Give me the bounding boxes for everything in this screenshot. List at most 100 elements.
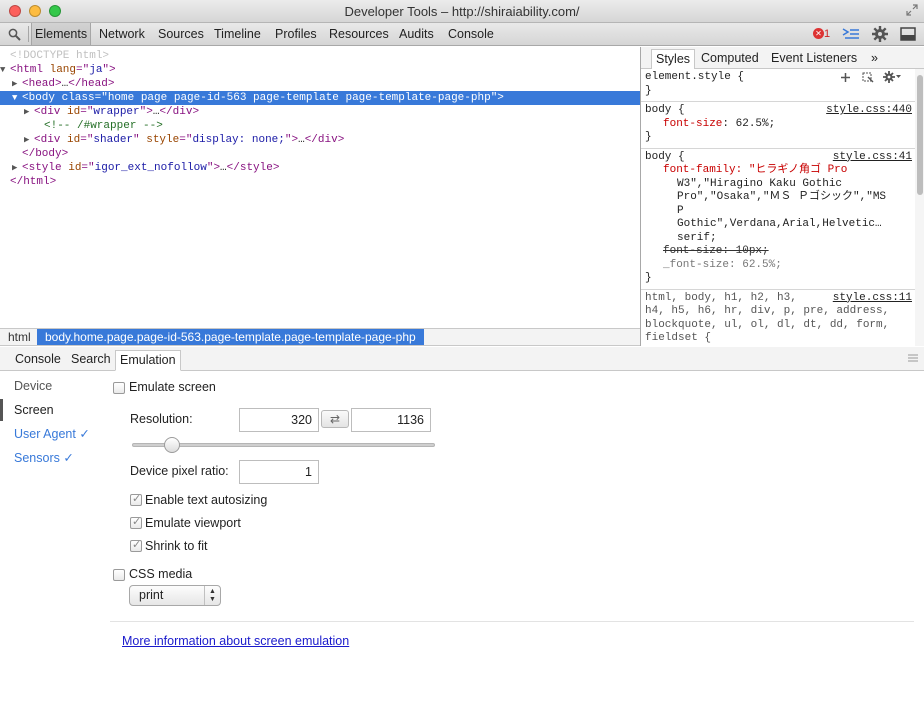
tab-audits[interactable]: Audits — [396, 23, 437, 45]
emulation-divider — [110, 621, 914, 622]
elements-dom-tree[interactable]: <!DOCTYPE html> ▼ <html lang="ja"> ▶ <head… — [0, 47, 640, 327]
tree-row-head[interactable]: ▶ <head>…</head> — [0, 77, 640, 91]
shrink-to-fit-label[interactable]: Shrink to fit — [145, 539, 208, 553]
search-icon[interactable] — [8, 28, 21, 41]
add-rule-icon[interactable] — [840, 72, 851, 83]
toolbar-separator — [28, 26, 29, 42]
tab-timeline[interactable]: Timeline — [211, 23, 264, 45]
font-family-line-3: Pro","Osaka","ＭＳ Ｐゴシック","MS — [677, 191, 887, 203]
styles-scrollbar[interactable] — [915, 69, 924, 346]
drawer-tab-emulation[interactable]: Emulation — [115, 350, 181, 371]
resolution-width-input[interactable] — [239, 408, 319, 432]
emulate-screen-checkbox[interactable] — [113, 382, 125, 394]
devtools-toolbar: Elements Network Sources Timeline Profil… — [0, 23, 924, 46]
tab-event-listeners[interactable]: Event Listeners — [767, 49, 861, 69]
style-rule-reset-11[interactable]: style.css:11 html, body, h1, h2, h3, h4,… — [641, 290, 915, 347]
collapsed-triangle-icon[interactable]: ▶ — [24, 133, 34, 147]
device-pixel-ratio-input[interactable] — [239, 460, 319, 484]
css-media-selected-value: print — [139, 588, 164, 602]
tree-row-body-close[interactable]: </body> — [0, 147, 640, 161]
emulation-nav-screen[interactable]: Screen — [0, 399, 106, 421]
collapsed-triangle-icon[interactable]: ▶ — [12, 161, 22, 175]
expanded-triangle-icon[interactable]: ▼ — [0, 63, 10, 77]
error-count: 1 — [824, 28, 831, 40]
rule-source-link[interactable]: style.css:11 — [833, 292, 912, 306]
breadcrumb: html body.home.page.page-id-563.page-tem… — [0, 328, 640, 346]
font-family-line-4: P — [677, 204, 684, 217]
overridden-property[interactable]: font-size: 10px; — [645, 245, 911, 259]
drawer-tabbar: Console Search Emulation — [0, 347, 924, 371]
css-media-label[interactable]: CSS media — [129, 567, 192, 581]
toggle-element-state-icon[interactable] — [862, 72, 874, 83]
emulate-viewport-label[interactable]: Emulate viewport — [145, 516, 241, 530]
tree-row-html[interactable]: ▼ <html lang="ja"> — [0, 63, 640, 77]
invalid-property[interactable]: _font-size: 62.5%; — [645, 259, 911, 273]
tab-styles[interactable]: Styles — [651, 49, 696, 69]
tab-sources[interactable]: Sources — [155, 23, 207, 45]
emulation-nav-sensors[interactable]: Sensors ✓ — [0, 447, 106, 469]
tree-row-wrapper[interactable]: ▶ <div id="wrapper">…</div> — [0, 105, 640, 119]
more-info-link[interactable]: More information about screen emulation — [122, 634, 349, 648]
css-media-checkbox[interactable] — [113, 569, 125, 581]
tab-computed[interactable]: Computed — [697, 49, 763, 69]
style-rule-body-41[interactable]: body { style.css:41 font-family: "ヒラギノ角ゴ… — [641, 149, 915, 290]
drawer-tab-console[interactable]: Console — [11, 350, 65, 371]
rule-close: } — [645, 84, 652, 97]
scrollbar-thumb[interactable] — [917, 75, 923, 195]
error-icon: ✕ — [813, 28, 824, 39]
collapsed-triangle-icon[interactable]: ▶ — [24, 105, 34, 119]
tree-row-doctype[interactable]: <!DOCTYPE html> — [0, 49, 640, 63]
swap-dimensions-button[interactable]: ⇄ — [321, 410, 349, 428]
emulation-nav: Device Screen User Agent ✓ Sensors ✓ — [0, 372, 106, 714]
breadcrumb-item-html[interactable]: html — [0, 329, 39, 345]
style-property[interactable]: font-size: 62.5%; — [645, 118, 911, 132]
tree-row-shader[interactable]: ▶ <div id="shader" style="display: none;"… — [0, 133, 640, 147]
style-rule-body-440[interactable]: body { style.css:440 font-size: 62.5%; } — [641, 102, 915, 149]
dock-icon[interactable] — [900, 27, 916, 41]
doctype-node: <!DOCTYPE html> — [10, 50, 110, 62]
resolution-label: Resolution: — [130, 412, 193, 426]
tree-row-style[interactable]: ▶ <style id="igor_ext_nofollow">…</style> — [0, 161, 640, 175]
tab-console[interactable]: Console — [445, 23, 497, 45]
rule-source-link[interactable]: style.css:41 — [833, 151, 912, 165]
expanded-triangle-icon[interactable]: ▼ — [12, 91, 22, 105]
fullscreen-icon[interactable] — [906, 4, 918, 16]
more-tabs-icon[interactable]: » — [867, 49, 882, 69]
tab-network[interactable]: Network — [96, 23, 148, 45]
breadcrumb-item-body[interactable]: body.home.page.page-id-563.page-template… — [37, 329, 424, 345]
settings-gear-icon[interactable] — [872, 26, 888, 42]
tree-row-html-close[interactable]: </html> — [0, 175, 640, 189]
shrink-to-fit-checkbox[interactable] — [130, 538, 142, 552]
emulate-viewport-checkbox[interactable] — [130, 515, 142, 529]
font-family-line-1[interactable]: font-family: "ヒラギノ角ゴ Pro — [645, 164, 911, 178]
resolution-height-input[interactable] — [351, 408, 431, 432]
rule-selector-line-2: h4, h5, h6, hr, div, p, pre, address, — [645, 305, 890, 317]
collapsed-triangle-icon[interactable]: ▶ — [12, 77, 22, 91]
style-rule-element[interactable]: element.style { } — [641, 69, 915, 102]
rule-close: } — [645, 131, 652, 143]
emulation-nav-user-agent[interactable]: User Agent ✓ — [0, 423, 106, 445]
font-family-line-2: W3","Hiragino Kaku Gothic — [677, 177, 843, 190]
text-autosizing-checkbox[interactable] — [130, 492, 142, 506]
tab-elements[interactable]: Elements — [31, 23, 92, 45]
css-media-select[interactable]: print ▲ ▼ — [129, 585, 221, 606]
rule-source-link[interactable]: style.css:440 — [826, 104, 912, 118]
tab-resources[interactable]: Resources — [326, 23, 392, 45]
styles-sidebar: Styles Computed Event Listeners » elemen… — [640, 47, 924, 346]
select-arrows-icon: ▲ ▼ — [204, 586, 220, 605]
window-titlebar: Developer Tools – http://shiraiability.c… — [0, 0, 924, 23]
text-autosizing-label[interactable]: Enable text autosizing — [145, 493, 267, 507]
tree-row-body-selected[interactable]: ▼ <body class="home page page-id-563 page… — [0, 91, 640, 105]
error-counter[interactable]: ✕ 1 — [813, 28, 830, 40]
style-settings-gear-icon[interactable] — [883, 71, 901, 83]
tree-row-comment[interactable]: <!-- /#wrapper --> — [0, 119, 640, 133]
rule-close: } — [645, 272, 652, 284]
drawer-tab-search[interactable]: Search — [67, 350, 115, 371]
emulation-nav-device[interactable]: Device — [0, 375, 106, 397]
console-drawer-icon[interactable] — [842, 28, 860, 41]
styles-pane[interactable]: element.style { } body { style.css:440 f… — [641, 69, 915, 346]
drawer-resize-grip-icon[interactable] — [908, 354, 918, 362]
tab-profiles[interactable]: Profiles — [272, 23, 320, 45]
resolution-slider-thumb[interactable] — [164, 437, 180, 453]
emulate-screen-label[interactable]: Emulate screen — [129, 380, 216, 394]
